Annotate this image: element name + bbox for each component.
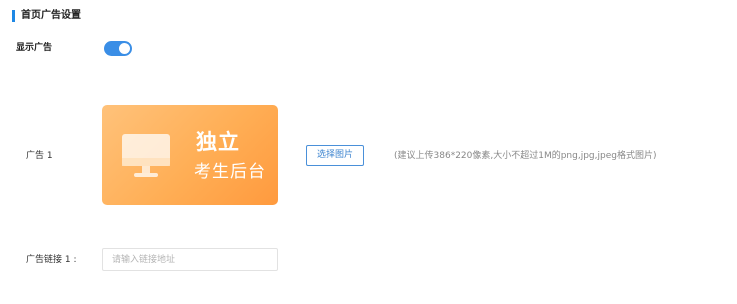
show-ad-toggle[interactable] <box>104 41 132 56</box>
ad1-link-label: 广告链接 1 : <box>26 255 77 265</box>
ad1-link-input[interactable] <box>102 248 278 271</box>
ad-settings-page: 首页广告设置 显示广告 广告 1 独立 考生后台 选择图片 (建议上传386*2… <box>0 0 737 304</box>
toggle-knob <box>119 43 130 54</box>
monitor-icon <box>122 134 170 177</box>
section-accent-bar <box>12 10 15 22</box>
ad1-image[interactable]: 独立 考生后台 <box>102 105 278 205</box>
upload-hint: (建议上传386*220像素,大小不超过1M的png,jpg,jpeg格式图片) <box>394 151 657 161</box>
choose-image-button[interactable]: 选择图片 <box>306 145 364 166</box>
section-header: 首页广告设置 <box>12 9 81 23</box>
ad1-label: 广告 1 <box>26 151 53 161</box>
ad1-image-subtitle: 考生后台 <box>194 162 266 182</box>
ad1-image-title: 独立 <box>196 130 240 154</box>
show-ad-label: 显示广告 <box>16 43 53 53</box>
section-title: 首页广告设置 <box>21 10 81 21</box>
